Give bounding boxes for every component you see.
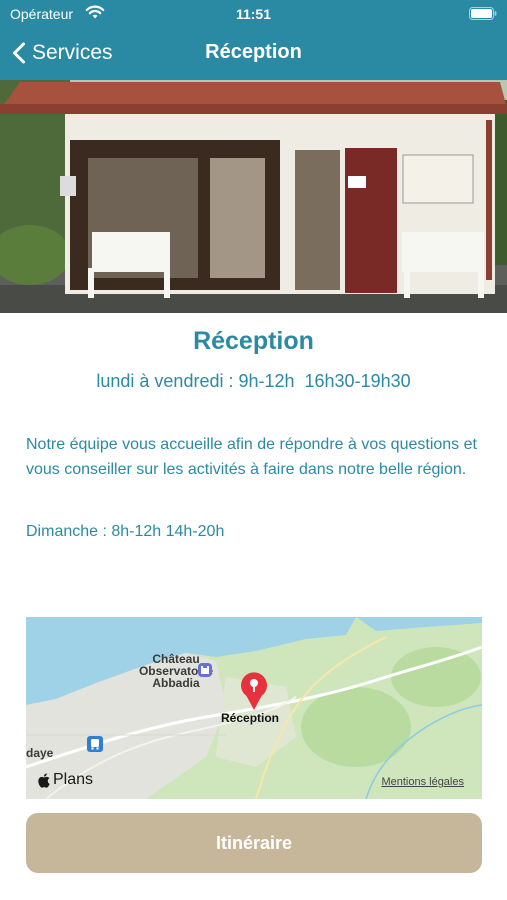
section-title: Réception: [193, 327, 314, 355]
legal-link[interactable]: Mentions légales: [381, 776, 464, 788]
opening-hours: lundi à vendredi : 9h-12h 16h30-19h30: [96, 371, 411, 391]
bus-icon: [87, 736, 103, 752]
sunday-hours: Dimanche : 8h-12h 14h-20h: [26, 523, 225, 540]
header: Opérateur 11:51 Services Réception: [0, 0, 507, 80]
status-bar: Opérateur 11:51: [0, 0, 507, 28]
apple-icon: [38, 772, 50, 788]
town-label: daye: [26, 746, 54, 760]
map-pin-label: Réception: [221, 711, 280, 725]
plans-logo: Plans: [38, 771, 93, 789]
reception-building-photo: [0, 80, 507, 313]
itinerary-button[interactable]: Itinéraire: [26, 813, 482, 873]
location-map[interactable]: Château Observatoire Abbadia daye Récept…: [26, 617, 482, 799]
status-time: 11:51: [235, 6, 272, 22]
map-pin-icon[interactable]: [239, 669, 269, 711]
battery-icon: [469, 7, 497, 20]
castle-icon: [198, 663, 212, 677]
plans-label: Plans: [53, 771, 94, 788]
nav-title: Réception: [205, 41, 302, 63]
nav-bar: Services Réception: [0, 28, 507, 80]
description-text: Notre équipe vous accueille afin de répo…: [26, 436, 477, 478]
